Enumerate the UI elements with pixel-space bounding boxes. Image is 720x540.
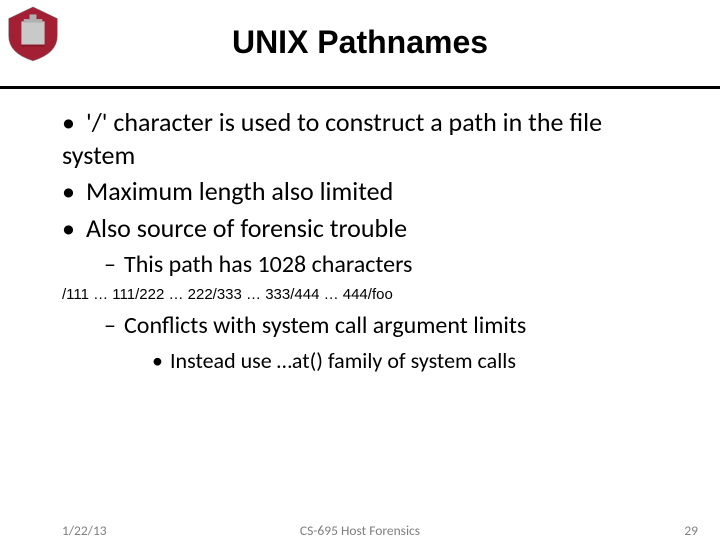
path-example: /111 … 111/222 … 222/333 … 333/444 … 444…	[62, 286, 680, 303]
title-divider	[0, 86, 720, 89]
bullet-text: Also source of forensic trouble	[86, 212, 407, 244]
slide-content: •'/' character is used to construct a pa…	[62, 106, 680, 375]
bullet-dash-icon: –	[104, 311, 124, 341]
bullet-text: This path has 1028 characters	[124, 250, 412, 279]
bullet-dot-icon: •	[62, 212, 86, 245]
footer-course: CS-695 Host Forensics	[0, 522, 720, 539]
slide-title: UNIX Pathnames	[0, 24, 720, 61]
bullet-text: '/' character is used to construct a pat…	[62, 106, 602, 171]
bullet-level1: •Maximum length also limited	[62, 175, 680, 208]
bullet-text: Maximum length also limited	[86, 175, 393, 207]
bullet-level2: –This path has 1028 characters	[104, 250, 680, 280]
bullet-text: Instead use …at() family of system calls	[170, 347, 516, 374]
bullet-level2: –Conflicts with system call argument lim…	[104, 311, 680, 341]
slide: UNIX Pathnames •'/' character is used to…	[0, 0, 720, 540]
bullet-level3: •Instead use …at() family of system call…	[152, 347, 680, 375]
bullet-level1: •'/' character is used to construct a pa…	[62, 106, 680, 171]
bullet-dot-icon: •	[62, 106, 86, 139]
bullet-dash-icon: –	[104, 250, 124, 280]
bullet-text: Conflicts with system call argument limi…	[124, 311, 526, 340]
bullet-level1: •Also source of forensic trouble	[62, 212, 680, 245]
bullet-dot-icon: •	[62, 175, 86, 208]
footer-page-number: 29	[684, 522, 698, 539]
bullet-dot-icon: •	[152, 347, 170, 375]
